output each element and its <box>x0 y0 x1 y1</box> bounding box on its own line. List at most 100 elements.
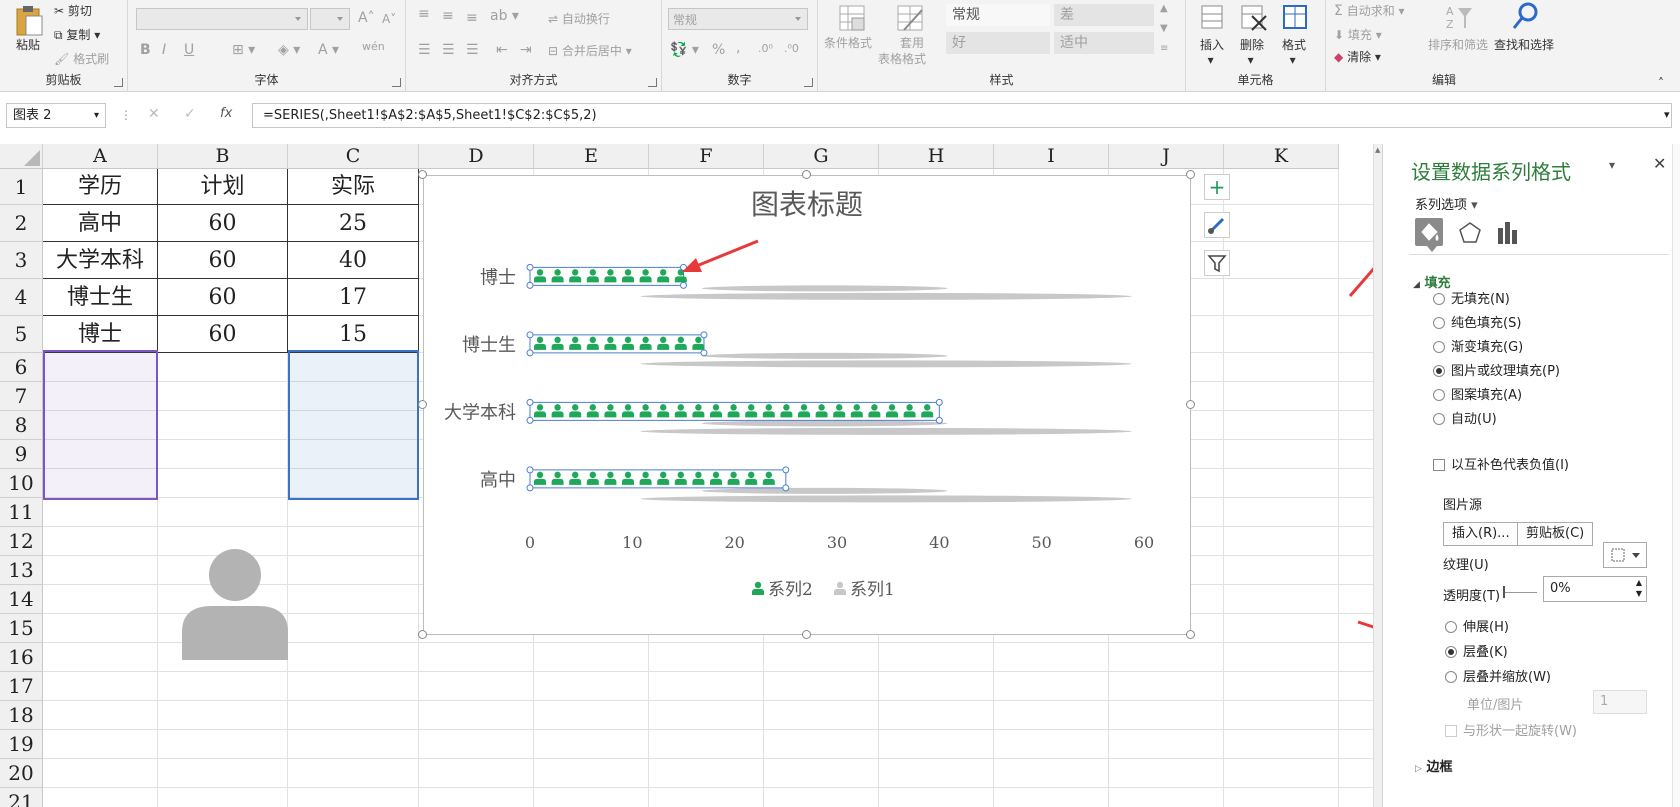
series2-person-icon[interactable] <box>657 404 670 418</box>
stack-radio[interactable] <box>1445 646 1457 658</box>
column-header-a[interactable]: A <box>43 144 158 169</box>
stack-scale-radio[interactable] <box>1445 671 1457 683</box>
currency-icon[interactable]: 💱 ▾ <box>670 42 699 58</box>
cell-c5[interactable]: 15 <box>288 316 419 353</box>
legend-marker-0[interactable] <box>752 581 764 595</box>
transparency-slider-thumb[interactable] <box>1503 586 1505 598</box>
border-section-header[interactable]: ▷ 边框 <box>1415 756 1452 775</box>
series2-point-handle[interactable] <box>782 484 790 492</box>
series2-person-icon[interactable] <box>798 404 810 418</box>
chart-svg[interactable]: 图表标题博士博士生大学本科高中 0 10 20 30 40 50 60 系列2 系列1 <box>424 176 1190 634</box>
series2-person-icon[interactable] <box>639 336 652 350</box>
transparency-input[interactable]: 0% ▲ ▼ <box>1543 576 1647 602</box>
clear-button[interactable]: ◆ 清除 ▾ <box>1334 48 1381 65</box>
row-header-2[interactable]: 2 <box>0 205 43 242</box>
series2-point-handle[interactable] <box>782 466 790 474</box>
series2-point-handle[interactable] <box>680 281 687 289</box>
series2-person-icon[interactable] <box>551 404 564 418</box>
font-color-icon[interactable]: A ▾ <box>318 42 339 58</box>
legend-marker-1[interactable] <box>834 581 846 595</box>
chart-resize-handle-tc[interactable] <box>802 170 811 179</box>
table-format-label-1[interactable]: 套用 <box>900 34 924 51</box>
decrease-indent-icon[interactable]: ⇤ <box>496 42 508 58</box>
series2-person-icon[interactable] <box>727 471 740 485</box>
row-header-11[interactable]: 11 <box>0 498 43 527</box>
column-header-f[interactable]: F <box>649 144 764 169</box>
row-header-19[interactable]: 19 <box>0 730 43 759</box>
chart-resize-handle-bl[interactable] <box>418 630 427 639</box>
series2-point-handle[interactable] <box>526 263 534 271</box>
fill-option-radio[interactable] <box>1433 365 1445 377</box>
row-header-12[interactable]: 12 <box>0 527 43 556</box>
italic-button[interactable]: I <box>162 42 166 58</box>
number-format-combo[interactable]: 常规 <box>668 8 808 30</box>
delete-cells-icon[interactable] <box>1240 4 1268 35</box>
fill-option-2[interactable]: 渐变填充(G) <box>1433 336 1523 355</box>
series2-person-icon[interactable] <box>657 336 670 350</box>
select-all-corner[interactable] <box>0 144 43 169</box>
cell-c4[interactable]: 17 <box>288 279 419 316</box>
fill-option-1[interactable]: 纯色填充(S) <box>1433 312 1521 331</box>
fill-option-0[interactable]: 无填充(N) <box>1433 288 1510 307</box>
series2-person-icon[interactable] <box>780 404 793 418</box>
series2-person-icon[interactable] <box>657 269 670 283</box>
cancel-icon[interactable]: ✕ <box>148 106 160 122</box>
chart-resize-handle-ml[interactable] <box>418 400 427 409</box>
column-header-k[interactable]: K <box>1224 144 1339 169</box>
increase-indent-icon[interactable]: ⇥ <box>520 42 532 58</box>
style-normal[interactable]: 常规 <box>946 4 1050 26</box>
fill-option-radio[interactable] <box>1433 389 1445 401</box>
copy-button[interactable]: ⧉ 复制 ▾ <box>54 26 100 43</box>
series2-person-icon[interactable] <box>622 269 634 283</box>
series2-person-icon[interactable] <box>833 404 846 418</box>
fill-option-5[interactable]: 自动(U) <box>1433 408 1497 427</box>
paste-button[interactable]: 粘贴 <box>16 36 40 53</box>
series2-person-icon[interactable] <box>762 404 775 418</box>
border-icon[interactable]: ⊞ ▾ <box>232 42 255 58</box>
column-header-c[interactable]: C <box>288 144 419 169</box>
cell-c1[interactable]: 实际 <box>288 169 419 205</box>
person-picture[interactable] <box>180 548 290 664</box>
pane-close-icon[interactable]: ✕ <box>1653 154 1666 173</box>
cell-a1[interactable]: 学历 <box>43 169 158 205</box>
align-center-icon[interactable]: ☰ <box>442 42 455 58</box>
series2-person-icon[interactable] <box>551 336 564 350</box>
series2-person-icon[interactable] <box>586 269 599 283</box>
series2-point-handle[interactable] <box>526 416 534 424</box>
formula-input[interactable]: =SERIES(,Sheet1!$A$2:$A$5,Sheet1!$C$2:$C… <box>252 103 1672 128</box>
chart-resize-handle-tl[interactable] <box>418 170 427 179</box>
invert-negative-checkbox[interactable]: 以互补色代表负值(I) <box>1433 454 1569 473</box>
underline-button[interactable]: U <box>184 42 194 58</box>
row-header-20[interactable]: 20 <box>0 759 43 788</box>
autosum-button[interactable]: Σ 自动求和 ▾ <box>1334 2 1405 19</box>
cell-c2[interactable]: 25 <box>288 205 419 242</box>
row-header-21[interactable]: 21 <box>0 788 43 807</box>
series2-person-icon[interactable] <box>534 269 546 283</box>
stack-option[interactable]: 层叠(K) <box>1445 641 1508 660</box>
row-header-16[interactable]: 16 <box>0 643 43 672</box>
series1-bar-top-3[interactable] <box>701 487 948 494</box>
column-header-i[interactable]: I <box>994 144 1109 169</box>
cell-c3[interactable]: 40 <box>288 242 419 279</box>
find-select-icon[interactable] <box>1510 0 1542 35</box>
insert-cells-icon[interactable] <box>1200 4 1226 35</box>
format-painter-button[interactable]: 🖌 格式刷 <box>54 50 109 67</box>
series2-person-icon[interactable] <box>604 336 617 350</box>
texture-picker[interactable] <box>1603 542 1647 568</box>
row-header-17[interactable]: 17 <box>0 672 43 701</box>
series2-person-icon[interactable] <box>727 404 740 418</box>
legend-label-0[interactable]: 系列2 <box>768 580 813 600</box>
comma-button[interactable]: , <box>736 40 740 56</box>
formula-expand-icon[interactable]: ▾ <box>1664 108 1670 121</box>
series2-bar-3[interactable] <box>529 469 787 489</box>
series2-person-icon[interactable] <box>534 404 546 418</box>
series2-person-icon[interactable] <box>604 269 617 283</box>
row-header-15[interactable]: 15 <box>0 614 43 643</box>
cell-a2[interactable]: 高中 <box>43 205 158 242</box>
series2-person-icon[interactable] <box>674 471 687 485</box>
transparency-slider[interactable] <box>1503 592 1537 593</box>
series1-bar-2[interactable] <box>640 427 1132 435</box>
insert-function-icon[interactable]: fx <box>220 106 232 121</box>
cell-a4[interactable]: 博士生 <box>43 279 158 316</box>
series-options-dropdown[interactable]: 系列选项 ▾ <box>1415 194 1478 213</box>
